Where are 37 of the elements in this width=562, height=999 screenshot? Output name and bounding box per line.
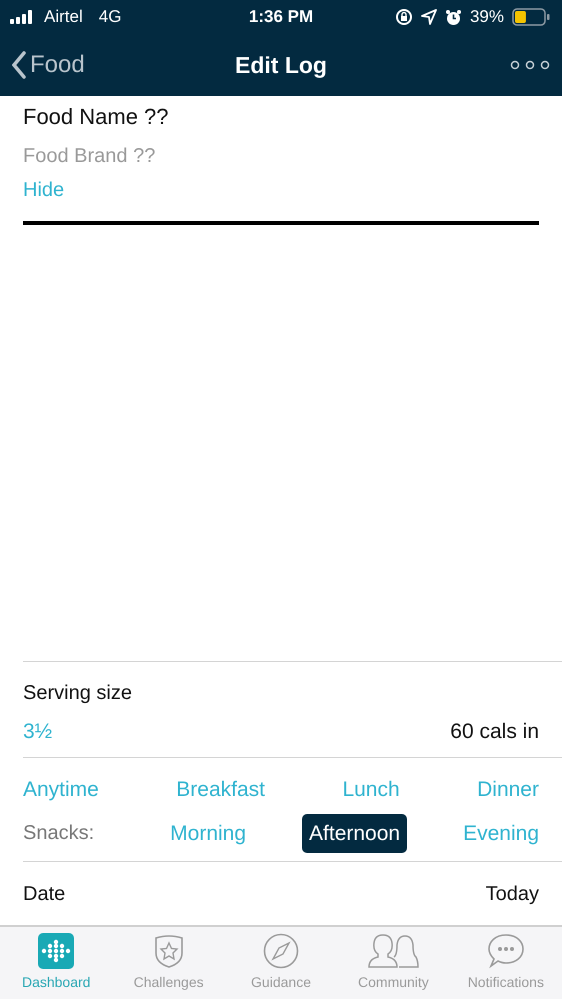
tab-bar-item[interactable]: Guidance (224, 927, 338, 999)
meal-option[interactable]: Afternoon (302, 814, 408, 853)
chat-bubble-icon (486, 933, 525, 969)
dashboard-icon (38, 933, 74, 969)
rotation-lock-icon (394, 8, 413, 26)
battery-icon (512, 8, 550, 26)
meal-option[interactable]: Breakfast (169, 770, 272, 810)
screen-title: Edit Log (235, 50, 327, 80)
snacks-label: Snacks: (23, 821, 94, 846)
date-label: Date (23, 882, 66, 906)
meal-option[interactable]: Dinner (470, 770, 546, 810)
hide-link[interactable]: Hide (23, 175, 64, 205)
meal-option[interactable]: Evening (456, 814, 546, 853)
serving-size-label: Serving size (23, 680, 133, 706)
date-value[interactable]: Today (486, 878, 539, 908)
location-icon (420, 9, 437, 25)
serving-amount[interactable]: 3½ (23, 716, 52, 747)
people-icon (367, 933, 420, 969)
food-brand: Food Brand ?? (23, 144, 156, 169)
network-type: 4G (98, 6, 122, 28)
calories-text: 60 cals in (450, 718, 539, 744)
meal-option[interactable]: Morning (163, 814, 254, 853)
tab-bar-item[interactable]: Community (337, 927, 450, 999)
meal-option[interactable]: Anytime (16, 770, 106, 810)
tab-bar-item[interactable]: Challenges (112, 927, 225, 999)
battery-percent: 39% (470, 6, 504, 28)
back-button[interactable]: Food (12, 47, 85, 83)
food-name: Food Name ?? (23, 103, 169, 131)
clock-time: 1:36 PM (248, 6, 314, 28)
carrier-name: Airtel (44, 6, 83, 28)
compass-icon (263, 933, 300, 969)
meal-option[interactable]: Lunch (335, 770, 407, 810)
alarm-icon (444, 8, 462, 26)
more-icon[interactable] (510, 59, 550, 71)
tab-bar-item[interactable]: Dashboard (0, 927, 112, 999)
tab-bar-item[interactable]: Notifications (450, 927, 562, 999)
chevron-left-icon (12, 51, 26, 79)
